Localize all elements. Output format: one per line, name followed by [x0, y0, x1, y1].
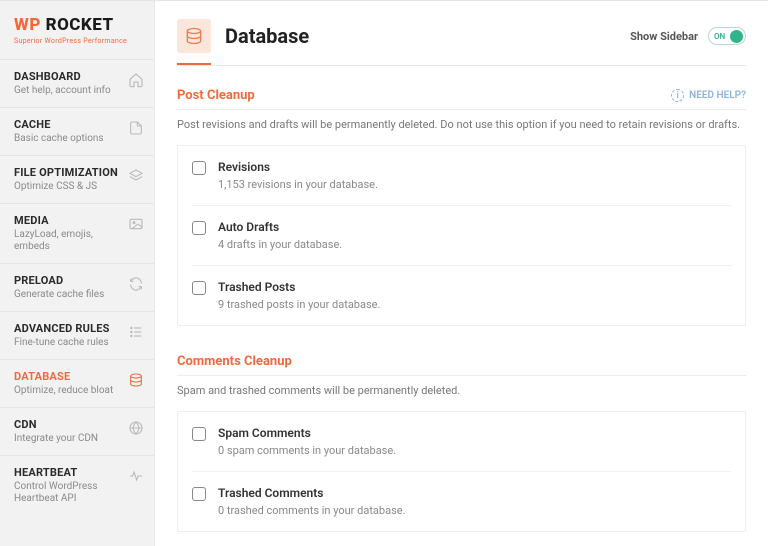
checkbox-trashed-comments[interactable]	[192, 487, 206, 501]
sidebar-item-label: MEDIA	[14, 214, 128, 227]
sidebar-item-database[interactable]: DATABASE Optimize, reduce bloat	[0, 359, 154, 407]
option-trashed-posts: Trashed Posts 9 trashed posts in your da…	[192, 266, 731, 325]
checkbox-trashed-posts[interactable]	[192, 281, 206, 295]
option-title: Auto Drafts	[218, 220, 342, 234]
sidebar-item-cache[interactable]: CACHE Basic cache options	[0, 107, 154, 155]
show-sidebar-label: Show Sidebar	[630, 30, 698, 43]
section-desc: Spam and trashed comments will be perman…	[177, 384, 746, 397]
sidebar-item-label: PRELOAD	[14, 274, 104, 287]
option-title: Trashed Comments	[218, 486, 405, 500]
toggle-knob	[730, 30, 743, 43]
section-desc: Post revisions and drafts will be perman…	[177, 118, 746, 131]
sidebar-item-label: DATABASE	[14, 370, 113, 383]
sidebar-item-sub: Optimize, reduce bloat	[14, 385, 113, 397]
checkbox-auto-drafts[interactable]	[192, 221, 206, 235]
refresh-icon	[128, 276, 144, 292]
option-title: Spam Comments	[218, 426, 396, 440]
sidebar-item-heartbeat[interactable]: HEARTBEAT Control WordPress Heartbeat AP…	[0, 455, 154, 515]
sidebar-item-label: DASHBOARD	[14, 70, 111, 83]
section-title: Post Cleanup	[177, 88, 255, 103]
globe-icon	[128, 420, 144, 436]
sidebar-item-cdn[interactable]: CDN Integrate your CDN	[0, 407, 154, 455]
checkbox-spam-comments[interactable]	[192, 427, 206, 441]
options-box: Spam Comments 0 spam comments in your da…	[177, 411, 746, 532]
options-box: Revisions 1,153 revisions in your databa…	[177, 145, 746, 326]
nav: DASHBOARD Get help, account info CACHE B…	[0, 59, 154, 515]
list-icon	[128, 324, 144, 340]
option-trashed-comments: Trashed Comments 0 trashed comments in y…	[192, 472, 731, 531]
option-sub: 1,153 revisions in your database.	[218, 178, 378, 191]
option-auto-drafts: Auto Drafts 4 drafts in your database.	[192, 206, 731, 266]
sidebar-item-sub: Integrate your CDN	[14, 433, 98, 445]
sidebar-item-label: CACHE	[14, 118, 104, 131]
sidebar: WP ROCKET Superior WordPress Performance…	[0, 1, 155, 546]
sidebar-item-media[interactable]: MEDIA LazyLoad, emojis, embeds	[0, 203, 154, 263]
checkbox-revisions[interactable]	[192, 161, 206, 175]
option-sub: 0 trashed comments in your database.	[218, 504, 405, 517]
sidebar-item-advanced-rules[interactable]: ADVANCED RULES Fine-tune cache rules	[0, 311, 154, 359]
logo-text: WP ROCKET	[14, 15, 144, 35]
sidebar-item-label: FILE OPTIMIZATION	[14, 166, 118, 179]
logo-tagline: Superior WordPress Performance	[14, 37, 144, 45]
logo-rocket: ROCKET	[46, 15, 114, 35]
divider	[177, 65, 746, 66]
page-title: Database	[225, 24, 309, 48]
help-icon: i	[671, 89, 684, 102]
sidebar-item-sub: Basic cache options	[14, 133, 104, 145]
option-title: Revisions	[218, 160, 378, 174]
main-content: Database Show Sidebar ON Post Cleanup i …	[155, 1, 768, 546]
sidebar-item-label: HEARTBEAT	[14, 466, 128, 479]
sidebar-item-label: CDN	[14, 418, 98, 431]
sidebar-item-preload[interactable]: PRELOAD Generate cache files	[0, 263, 154, 311]
sidebar-item-dashboard[interactable]: DASHBOARD Get help, account info	[0, 59, 154, 107]
need-help-label: NEED HELP?	[689, 90, 746, 101]
section-post-cleanup: Post Cleanup i NEED HELP? Post revisions…	[177, 88, 746, 326]
logo: WP ROCKET Superior WordPress Performance	[0, 1, 154, 55]
option-sub: 4 drafts in your database.	[218, 238, 342, 251]
sidebar-item-sub: Optimize CSS & JS	[14, 181, 118, 193]
option-sub: 0 spam comments in your database.	[218, 444, 396, 457]
heartbeat-icon	[128, 468, 144, 484]
database-icon	[177, 19, 211, 53]
option-spam-comments: Spam Comments 0 spam comments in your da…	[192, 412, 731, 472]
sidebar-item-sub: Get help, account info	[14, 85, 111, 97]
toggle-on-label: ON	[714, 32, 725, 41]
sidebar-item-sub: Control WordPress Heartbeat API	[14, 481, 128, 505]
logo-wp: WP	[14, 15, 41, 35]
sidebar-item-sub: LazyLoad, emojis, embeds	[14, 229, 128, 253]
image-icon	[128, 216, 144, 232]
sidebar-item-sub: Fine-tune cache rules	[14, 337, 110, 349]
section-comments-cleanup: Comments Cleanup Spam and trashed commen…	[177, 354, 746, 532]
show-sidebar-toggle[interactable]: ON	[708, 27, 746, 45]
option-sub: 9 trashed posts in your database.	[218, 298, 380, 311]
layers-icon	[128, 168, 144, 184]
section-title: Comments Cleanup	[177, 354, 292, 369]
sidebar-item-sub: Generate cache files	[14, 289, 104, 301]
option-title: Trashed Posts	[218, 280, 380, 294]
need-help-link[interactable]: i NEED HELP?	[671, 89, 746, 102]
sidebar-item-label: ADVANCED RULES	[14, 322, 110, 335]
option-revisions: Revisions 1,153 revisions in your databa…	[192, 146, 731, 206]
file-icon	[128, 120, 144, 136]
page-header: Database Show Sidebar ON	[177, 19, 746, 53]
sidebar-item-file-optimization[interactable]: FILE OPTIMIZATION Optimize CSS & JS	[0, 155, 154, 203]
home-icon	[128, 72, 144, 88]
database-icon	[128, 372, 144, 388]
